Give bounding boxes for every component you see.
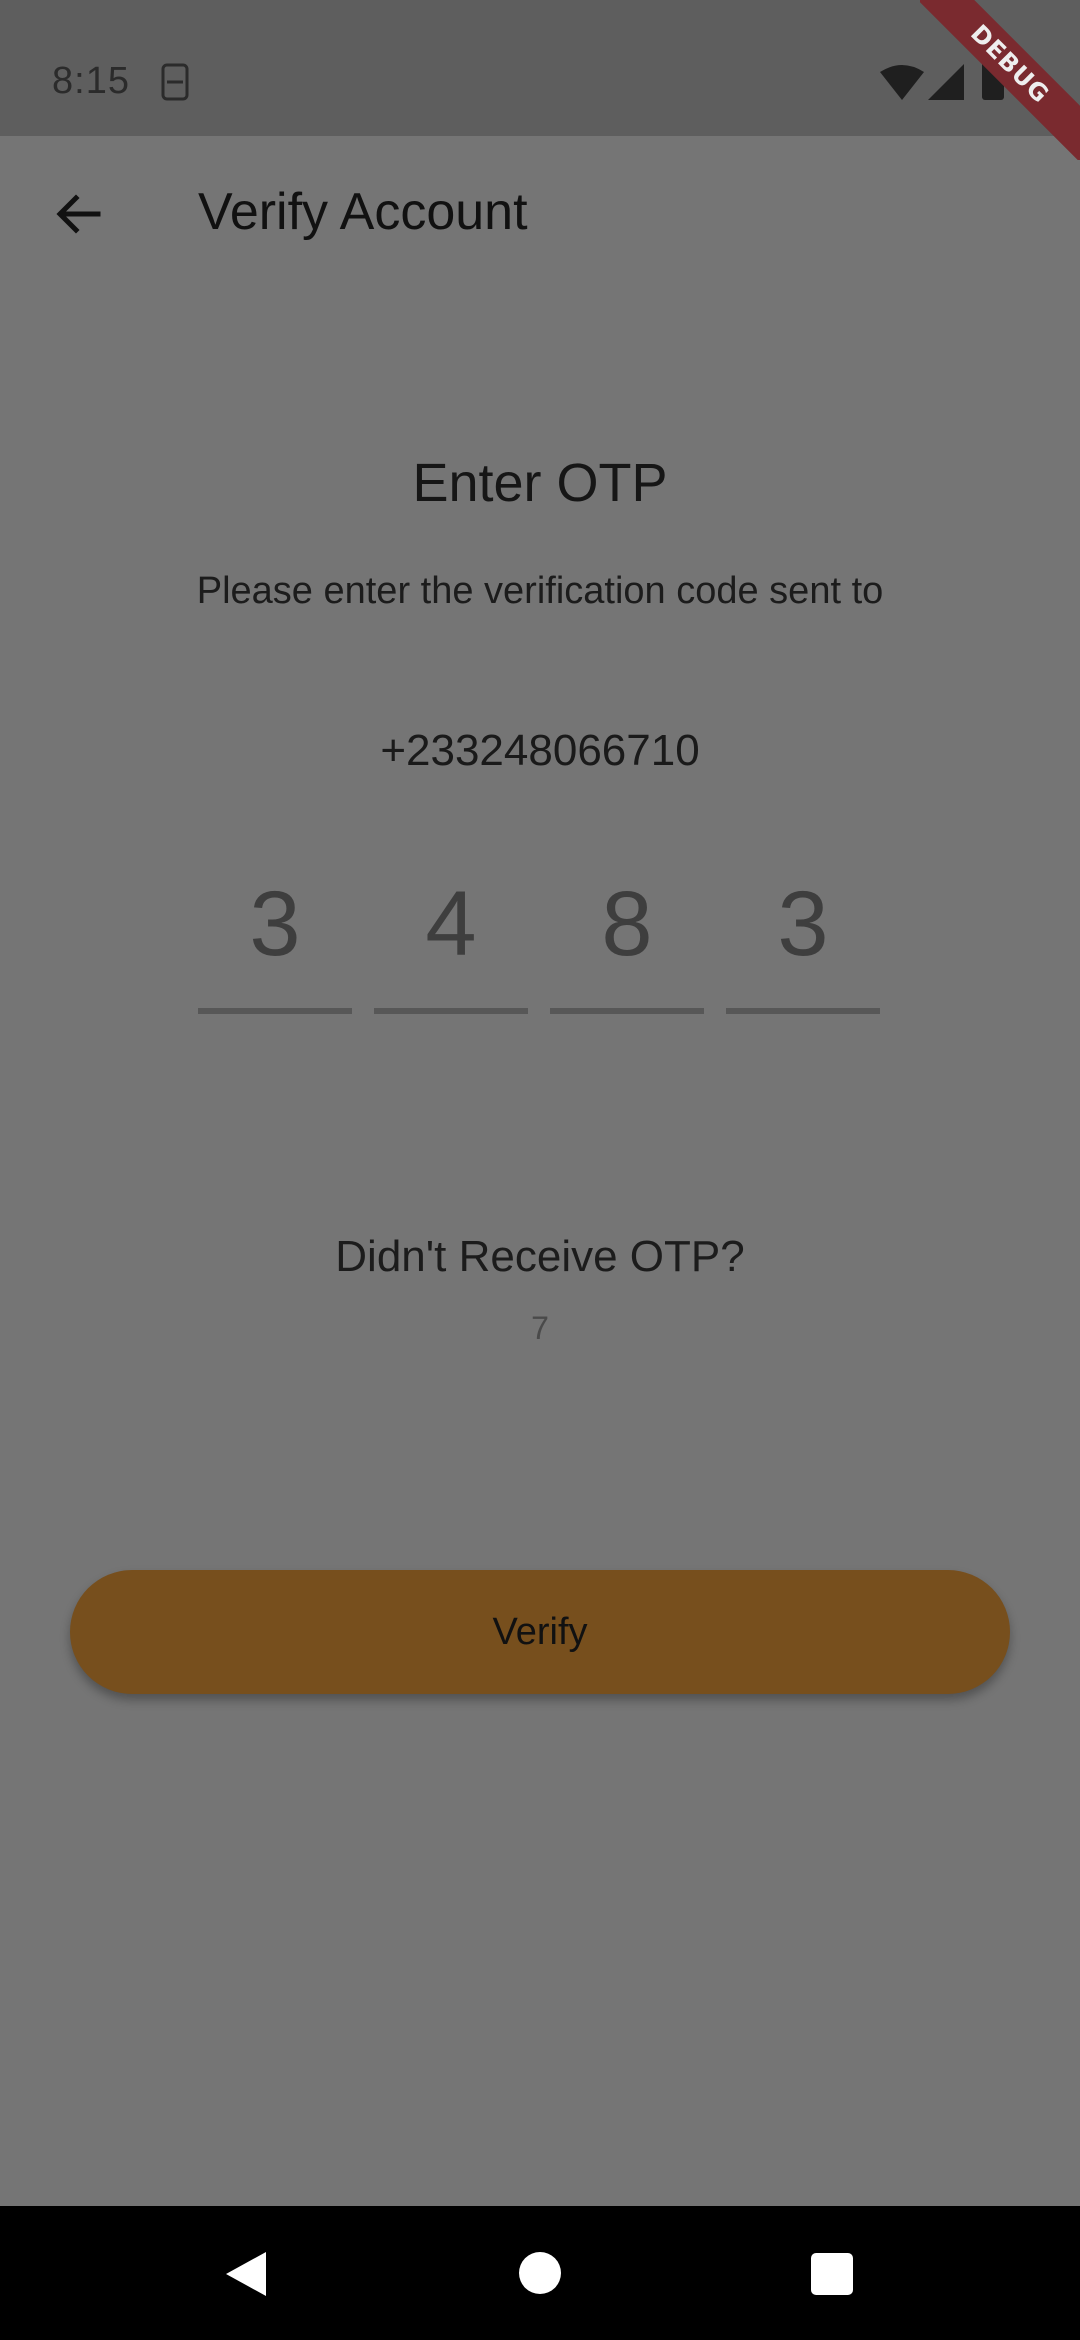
verify-button-label: Verify — [492, 1610, 588, 1653]
otp-instruction: Please enter the verification code sent … — [196, 570, 884, 612]
otp-digit: 8 — [601, 873, 653, 975]
phone-number: +233248066710 — [380, 726, 700, 775]
resend-timer: 7 — [531, 1310, 549, 1346]
navigation-bar — [0, 2206, 1080, 2340]
otp-digit: 4 — [425, 873, 477, 975]
nav-recents-icon[interactable] — [811, 2253, 853, 2295]
nav-home-icon[interactable] — [519, 2252, 561, 2294]
otp-underline — [198, 1008, 352, 1014]
page-title: Verify Account — [198, 183, 528, 241]
resend-otp-link[interactable]: Didn't Receive OTP? — [0, 1232, 1080, 1282]
screen: 8:15 DEBUG Verify Account Enter OTP Plea… — [0, 0, 1080, 2340]
otp-digit: 3 — [249, 873, 301, 975]
otp-input-group: 3 4 8 3 — [198, 862, 882, 1014]
otp-underline — [726, 1008, 880, 1014]
otp-field-4[interactable]: 3 — [726, 862, 880, 1014]
status-bar: 8:15 — [0, 0, 1080, 136]
otp-field-3[interactable]: 8 — [550, 862, 704, 1014]
verify-button[interactable]: Verify — [70, 1570, 1010, 1694]
otp-digit: 3 — [777, 873, 829, 975]
otp-underline — [550, 1008, 704, 1014]
app-bar: Verify Account — [0, 136, 1080, 292]
arrow-back-icon — [56, 194, 101, 234]
otp-heading: Enter OTP — [412, 453, 668, 513]
nav-back-icon[interactable] — [222, 2250, 270, 2298]
sim-icon — [161, 63, 189, 101]
status-time: 8:15 — [52, 60, 130, 102]
wifi-icon — [880, 65, 924, 100]
otp-underline — [374, 1008, 528, 1014]
otp-field-1[interactable]: 3 — [198, 862, 352, 1014]
otp-field-2[interactable]: 4 — [374, 862, 528, 1014]
back-button[interactable] — [40, 176, 116, 252]
